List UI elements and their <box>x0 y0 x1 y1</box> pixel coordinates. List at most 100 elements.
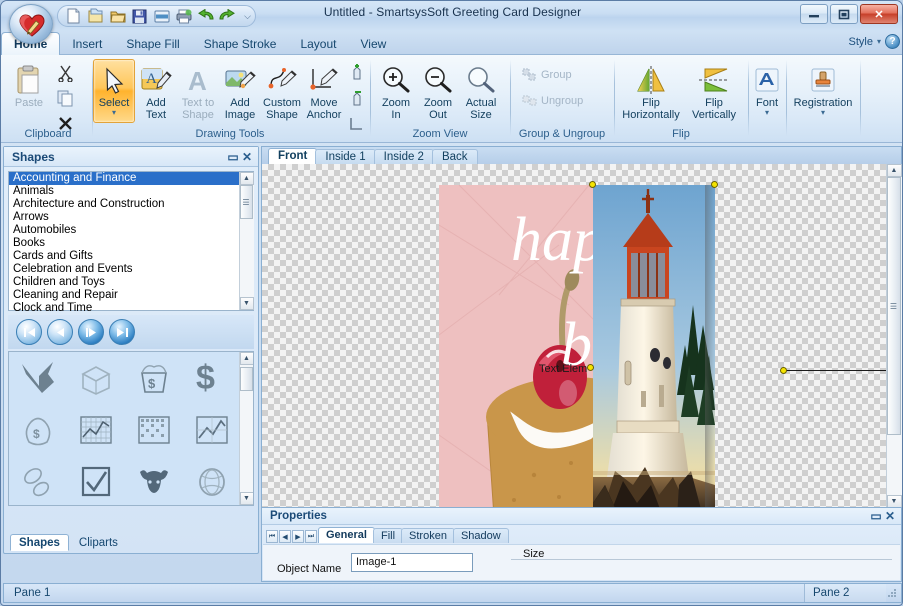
line-object[interactable] <box>784 370 887 371</box>
shape-thumbnail[interactable]: $ <box>9 404 67 456</box>
scrollbar-thumb[interactable]: ☰ <box>239 185 253 219</box>
tab-inside-1[interactable]: Inside 1 <box>315 149 376 164</box>
shape-thumbnail[interactable] <box>183 404 241 456</box>
tab-fill[interactable]: Fill <box>372 528 404 543</box>
category-item[interactable]: Books <box>9 237 253 250</box>
shape-thumbnail[interactable]: $ <box>125 352 183 404</box>
save-icon[interactable] <box>130 7 149 25</box>
next-page-button[interactable] <box>78 319 104 345</box>
shape-thumbnail[interactable] <box>67 352 125 404</box>
select-tool[interactable]: Select ▾ <box>93 59 135 123</box>
registration-button[interactable]: Registration ▾ <box>788 59 858 123</box>
shape-thumbnail[interactable] <box>9 352 67 404</box>
maximize-button[interactable] <box>830 4 858 24</box>
scroll-down-button[interactable]: ▼ <box>239 297 254 310</box>
open-folder-icon[interactable] <box>108 7 127 25</box>
scrollbar-track[interactable]: ☰ <box>239 185 254 297</box>
category-item[interactable]: Animals <box>9 185 253 198</box>
tab-front[interactable]: Front <box>268 148 318 164</box>
paste-button[interactable]: Paste <box>5 59 53 123</box>
scroll-up-button[interactable]: ▲ <box>239 172 254 185</box>
tab-shapes[interactable]: Shapes <box>10 534 69 551</box>
properties-next-button[interactable]: ▶ <box>292 530 304 543</box>
resize-grip-icon[interactable] <box>886 587 898 599</box>
chevron-down-icon[interactable]: ▾ <box>765 109 769 117</box>
tab-cliparts[interactable]: Cliparts <box>70 534 127 551</box>
duplicate-icon[interactable] <box>86 7 105 25</box>
category-item[interactable]: Clock and Time <box>9 302 253 315</box>
redo-icon[interactable] <box>218 7 237 25</box>
category-item[interactable]: Arrows <box>9 211 253 224</box>
font-button[interactable]: Font ▾ <box>750 59 784 123</box>
scroll-down-button[interactable]: ▼ <box>239 492 253 505</box>
style-menu-label[interactable]: Style <box>849 36 873 48</box>
pin-icon[interactable]: ▭ <box>869 509 883 523</box>
ungroup-button[interactable]: Ungroup <box>517 90 588 112</box>
print-icon[interactable] <box>174 7 193 25</box>
chevron-down-icon[interactable]: ▾ <box>877 38 881 46</box>
tab-general[interactable]: General <box>318 527 375 543</box>
flip-horizontally-button[interactable]: Flip Horizontally <box>619 59 683 123</box>
category-item[interactable]: Celebration and Events <box>9 263 253 276</box>
tab-view[interactable]: View <box>348 33 398 57</box>
first-page-button[interactable] <box>16 319 42 345</box>
text-to-shape-tool[interactable]: A Text to Shape <box>177 59 219 123</box>
tab-shape-stroke[interactable]: Shape Stroke <box>192 33 289 57</box>
lighthouse-image-object[interactable] <box>593 185 715 508</box>
shape-thumbnail[interactable] <box>125 456 183 505</box>
tab-stroken[interactable]: Stroken <box>401 528 455 543</box>
cut-button[interactable] <box>53 61 77 85</box>
quick-access-more-button[interactable]: ⌵ <box>244 11 251 22</box>
scroll-up-button[interactable]: ▲ <box>239 352 253 365</box>
shape-thumbnail[interactable] <box>125 404 183 456</box>
canvas-vertical-scrollbar[interactable]: ▲ ☰ ▼ <box>886 164 902 508</box>
scrollbar-track[interactable] <box>239 365 253 492</box>
shape-grid-scrollbar[interactable]: ▲ ▼ <box>239 352 253 505</box>
remove-anchor-tool[interactable] <box>345 86 369 110</box>
category-item[interactable]: Children and Toys <box>9 276 253 289</box>
selection-handle-top-left[interactable] <box>589 181 596 188</box>
chevron-down-icon[interactable]: ▾ <box>821 109 825 117</box>
category-list-scrollbar[interactable]: ▲ ☰ ▼ <box>239 172 254 310</box>
text-element-handle[interactable] <box>587 364 594 371</box>
category-item[interactable]: Automobiles <box>9 224 253 237</box>
text-element-object[interactable]: Text Elem <box>539 363 587 375</box>
quick-access-toolbar[interactable]: ⌵ <box>57 5 256 27</box>
last-page-button[interactable] <box>109 319 135 345</box>
shape-thumbnail[interactable] <box>9 456 67 505</box>
canvas-scroll-up-button[interactable]: ▲ <box>886 164 902 177</box>
page-setup-icon[interactable] <box>152 7 171 25</box>
scrollbar-thumb[interactable] <box>239 367 253 391</box>
properties-first-button[interactable]: ⏮ <box>266 530 278 543</box>
category-item[interactable]: Cleaning and Repair <box>9 289 253 302</box>
tab-back[interactable]: Back <box>431 149 478 164</box>
close-icon[interactable]: ✕ <box>883 509 897 523</box>
copy-button[interactable] <box>53 86 77 110</box>
tab-shape-fill[interactable]: Shape Fill <box>114 33 191 57</box>
application-menu-button[interactable] <box>9 4 53 44</box>
canvas-scrollbar-track[interactable]: ☰ <box>886 177 902 495</box>
canvas-scrollbar-thumb[interactable]: ☰ <box>886 177 901 435</box>
chevron-down-icon[interactable]: ▾ <box>112 109 116 117</box>
add-anchor-tool[interactable] <box>345 60 369 84</box>
actual-size-button[interactable]: Actual Size <box>459 59 503 123</box>
add-image-tool[interactable]: Add Image <box>219 59 261 123</box>
category-item[interactable]: Cards and Gifts <box>9 250 253 263</box>
pin-icon[interactable]: ▭ <box>226 150 240 164</box>
close-button[interactable]: ✕ <box>860 4 898 24</box>
category-item[interactable]: Architecture and Construction <box>9 198 253 211</box>
category-item[interactable]: Accounting and Finance <box>9 172 253 185</box>
object-name-input[interactable]: Image-1 <box>351 553 473 572</box>
shape-thumbnail-grid[interactable]: $ $ $ ▲ ▼ <box>8 351 254 506</box>
shape-thumbnail[interactable] <box>183 456 241 505</box>
flip-vertically-button[interactable]: Flip Vertically <box>683 59 745 123</box>
custom-shape-tool[interactable]: Custom Shape <box>261 59 303 123</box>
add-text-tool[interactable]: A Add Text <box>135 59 177 123</box>
canvas-viewport[interactable]: happy bi Text Elem <box>262 164 887 508</box>
tab-inside-2[interactable]: Inside 2 <box>373 149 434 164</box>
shape-thumbnail[interactable]: $ <box>183 352 241 404</box>
previous-page-button[interactable] <box>47 319 73 345</box>
shape-thumbnail[interactable] <box>67 456 125 505</box>
help-icon[interactable]: ? <box>885 34 900 49</box>
minimize-button[interactable] <box>800 4 828 24</box>
